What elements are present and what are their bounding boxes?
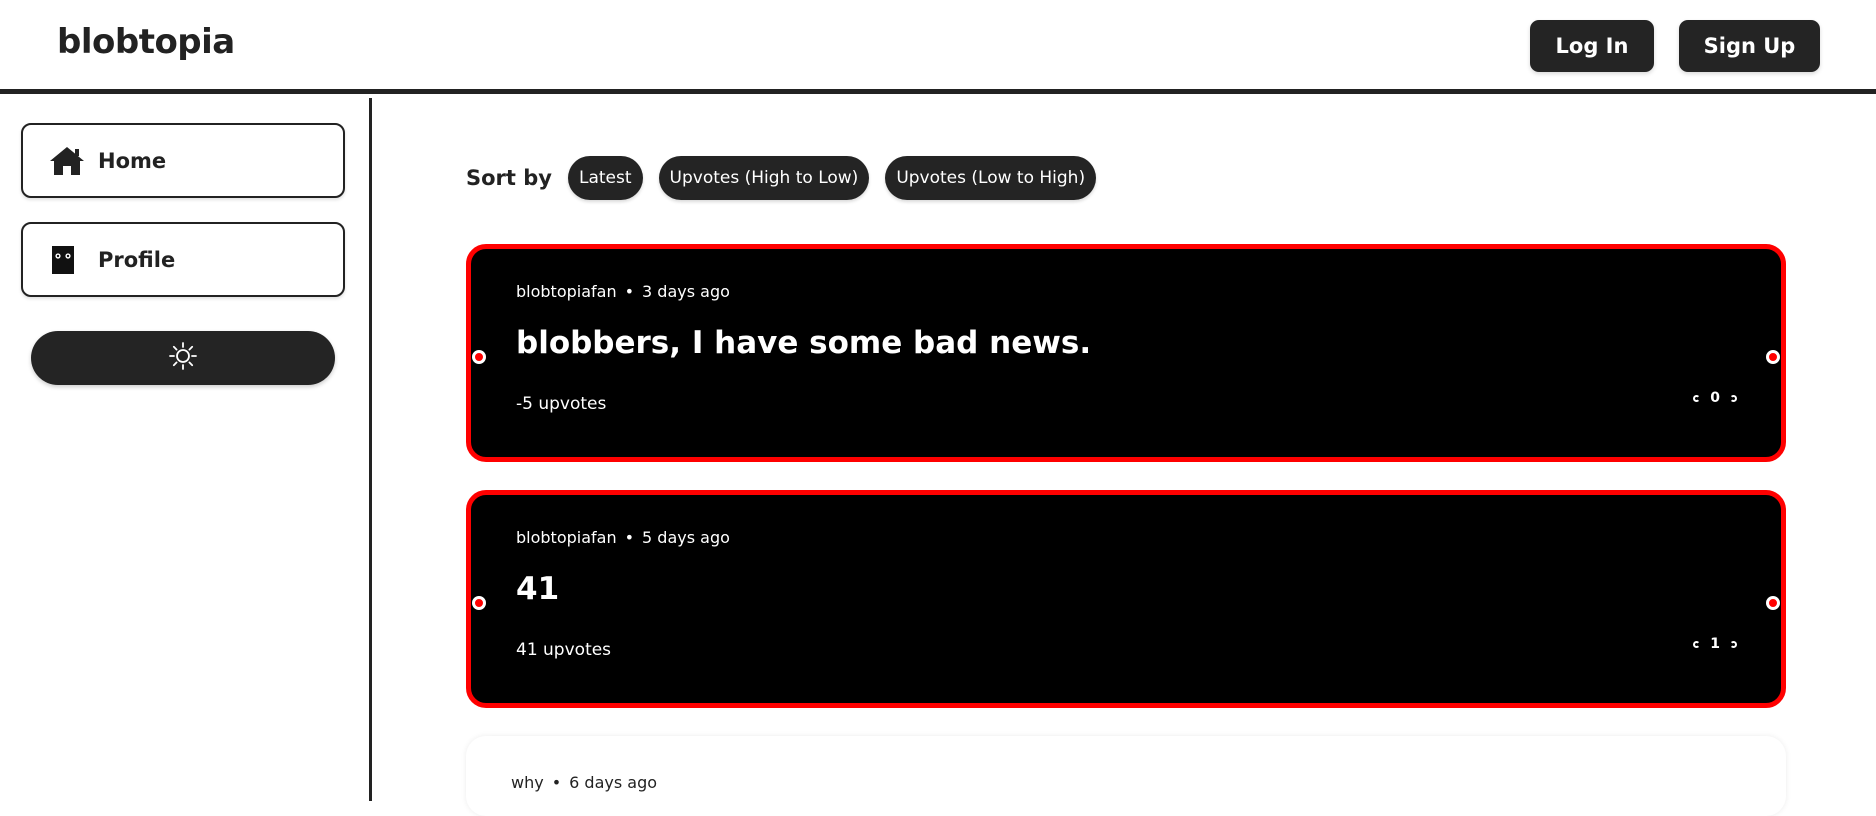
post-card[interactable]: blobtopiafan • 3 days ago blobbers, I have… (466, 244, 1786, 462)
post-time: 6 days ago (569, 773, 658, 792)
sun-icon (168, 341, 198, 375)
separator-dot: • (624, 282, 635, 301)
sort-latest-button[interactable]: Latest (567, 156, 643, 200)
post-edge-dot (1766, 350, 1780, 364)
post-author[interactable]: why (511, 773, 544, 792)
downvote-icon[interactable] (1693, 640, 1701, 648)
profile-icon (48, 244, 88, 276)
login-button[interactable]: Log In (1530, 20, 1654, 72)
post-time: 5 days ago (642, 528, 730, 547)
post-time: 3 days ago (642, 282, 730, 301)
separator-dot: • (551, 773, 562, 792)
post-card[interactable]: blobtopiafan • 5 days ago 41 41 upvotes 1 (466, 490, 1786, 708)
vote-controls: 1 (1693, 636, 1737, 652)
post-upvotes: 41 upvotes (516, 640, 612, 660)
sidebar-item-label: Profile (98, 247, 176, 272)
sidebar-item-home[interactable]: Home (21, 123, 345, 198)
post-meta: why • 6 days ago (511, 773, 657, 792)
post-author[interactable]: blobtopiafan (516, 528, 617, 547)
sort-upvotes-low-high-button[interactable]: Upvotes (Low to High) (885, 156, 1097, 200)
post-edge-dot (472, 596, 486, 610)
post-edge-dot (1766, 596, 1780, 610)
sidebar-item-profile[interactable]: Profile (21, 222, 345, 297)
sidebar-item-label: Home (98, 148, 167, 173)
vote-count: 1 (1710, 636, 1720, 652)
post-title[interactable]: 41 (516, 571, 559, 607)
signup-button[interactable]: Sign Up (1679, 20, 1820, 72)
post-card[interactable]: why • 6 days ago (466, 736, 1786, 816)
home-icon (48, 145, 88, 177)
post-upvotes: -5 upvotes (516, 394, 607, 414)
vote-count: 0 (1710, 390, 1720, 406)
vote-controls: 0 (1693, 390, 1737, 406)
sort-bar: Sort by Latest Upvotes (High to Low) Upv… (466, 156, 1112, 200)
theme-toggle-button[interactable] (31, 331, 335, 385)
sidebar-divider (369, 98, 372, 801)
site-logo[interactable]: blobtopia (57, 22, 235, 62)
post-meta: blobtopiafan • 5 days ago (516, 528, 730, 547)
upvote-icon[interactable] (1730, 394, 1737, 402)
top-header: blobtopia Log In Sign Up (0, 0, 1876, 94)
upvote-icon[interactable] (1730, 640, 1737, 648)
downvote-icon[interactable] (1693, 394, 1701, 402)
post-author[interactable]: blobtopiafan (516, 282, 617, 301)
post-edge-dot (472, 350, 486, 364)
post-title[interactable]: blobbers, I have some bad news. (516, 325, 1091, 361)
sort-upvotes-high-low-button[interactable]: Upvotes (High to Low) (658, 156, 870, 200)
post-meta: blobtopiafan • 3 days ago (516, 282, 730, 301)
sort-label: Sort by (466, 166, 552, 190)
separator-dot: • (624, 528, 635, 547)
